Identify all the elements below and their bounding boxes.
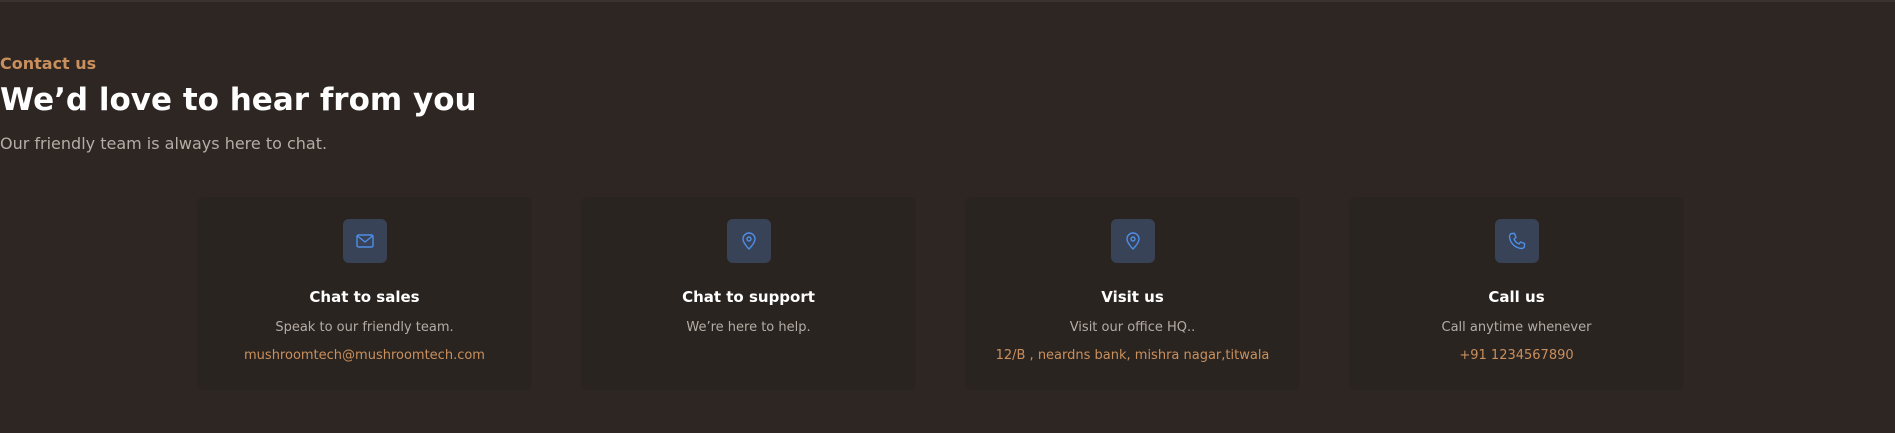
card-title: Chat to support — [682, 288, 815, 306]
card-description: Call anytime whenever — [1441, 320, 1592, 335]
map-pin-icon — [726, 219, 771, 263]
contact-card-visit: Visit us Visit our office HQ.. 12/B , ne… — [965, 197, 1300, 390]
section-title: We’d love to hear from you — [0, 82, 477, 118]
mail-icon — [342, 219, 387, 263]
section-subtitle: Our friendly team is always here to chat… — [0, 134, 328, 153]
card-description: Speak to our friendly team. — [275, 320, 454, 335]
contact-card-call: Call us Call anytime whenever +91 123456… — [1349, 197, 1684, 390]
card-description: We’re here to help. — [686, 320, 811, 335]
contact-card-sales: Chat to sales Speak to our friendly team… — [197, 197, 532, 390]
card-title: Chat to sales — [309, 288, 420, 306]
contact-card-support: Chat to support We’re here to help. — [581, 197, 916, 390]
phone-number-link[interactable]: +91 1234567890 — [1349, 348, 1684, 363]
card-title: Visit us — [1101, 288, 1164, 306]
map-pin-icon — [1110, 219, 1155, 263]
top-divider — [0, 0, 1895, 2]
section-eyebrow: Contact us — [0, 54, 97, 73]
phone-icon — [1494, 219, 1539, 263]
card-title: Call us — [1488, 288, 1545, 306]
sales-email-link[interactable]: mushroomtech@mushroomtech.com — [197, 348, 532, 363]
card-description: Visit our office HQ.. — [1069, 320, 1196, 335]
office-address-link[interactable]: 12/B , neardns bank, mishra nagar,titwal… — [965, 348, 1300, 363]
